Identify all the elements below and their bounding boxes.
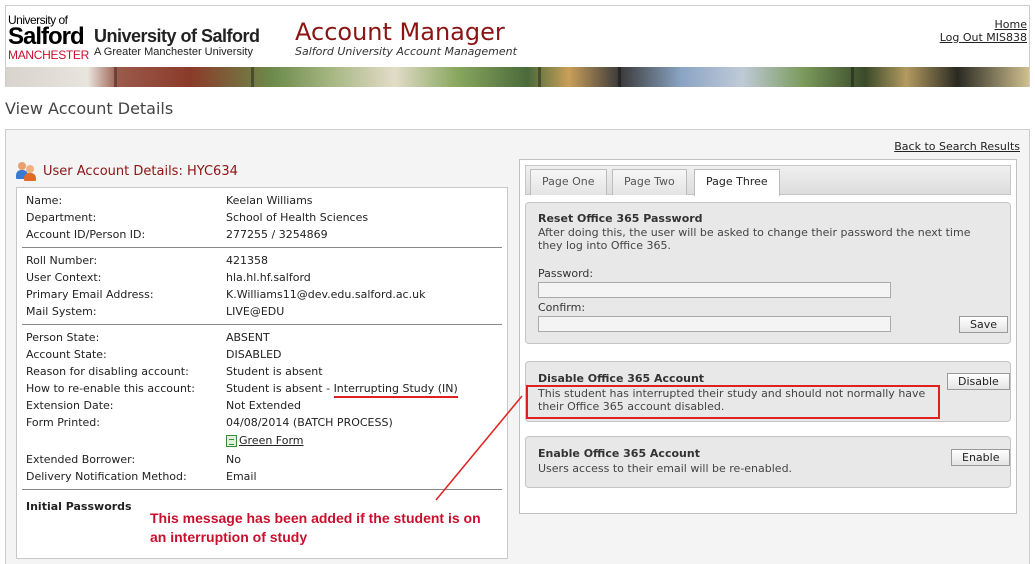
users-icon [16,161,38,181]
home-link[interactable]: Home [940,18,1027,31]
detail-row: Account State: DISABLED [26,348,282,361]
reset-password-card: Reset Office 365 Password After doing th… [525,202,1011,344]
tab-page-three[interactable]: Page Three [694,169,780,196]
detail-row: Department: School of Health Sciences [26,211,369,224]
app-subtitle: Salford University Account Management [295,45,517,58]
green-form-link[interactable]: Green Form [226,431,304,451]
confirm-label: Confirm: [538,301,586,314]
detail-row: Reason for disabling account: Student is … [26,365,323,378]
identity-group: Name: Keelan Williams Department: School o… [22,188,502,248]
enable-account-card: Enable Office 365 Account Users access t… [525,436,1011,488]
university-name: University of Salford [94,26,260,46]
reset-password-title: Reset Office 365 Password [538,212,703,225]
disable-account-title: Disable Office 365 Account [538,372,705,385]
site-header: University of Salford MANCHESTER Univers… [5,5,1030,87]
tab-page-two[interactable]: Page Two [612,169,687,195]
logo-big-text: Salford [8,23,85,50]
back-to-search-link[interactable]: Back to Search Results [894,140,1020,153]
disable-button[interactable]: Disable [947,373,1010,390]
system-group: Roll Number: 421358 User Context: hla.hl.h… [22,248,502,325]
enable-account-desc: Users access to their email will be re-e… [538,462,793,475]
university-tagline: A Greater Manchester University [94,46,253,58]
header-banner-image [6,67,1029,87]
enable-button[interactable]: Enable [951,449,1011,466]
password-label: Password: [538,267,594,280]
confirm-input[interactable] [538,316,891,332]
detail-row: Primary Email Address: K.Williams11@dev.e… [26,288,426,301]
logo-city-text: MANCHESTER [8,48,90,62]
tab-bar: Page One Page Two Page Three [525,165,1011,196]
detail-row: Name: Keelan Williams [26,194,313,207]
office365-panel: Page One Page Two Page Three Reset Offic… [519,159,1017,514]
detail-row: Green Form [26,431,502,451]
university-wordmark: University of Salford A Greater Manchest… [94,26,260,59]
detail-row: Account ID/Person ID: 277255 / 3254869 [26,228,328,241]
user-account-heading: User Account Details: HYC634 [16,161,238,181]
account-details-panel: Name: Keelan Williams Department: School o… [16,187,508,559]
annotation-note: This message has been added if the stude… [150,510,481,545]
detail-row: User Context: hla.hl.hf.salford [26,271,311,284]
detail-row: Mail System: LIVE@EDU [26,305,285,318]
detail-row: Person State: ABSENT [26,331,270,344]
logout-link[interactable]: Log Out MIS838 [940,31,1027,44]
message-highlight-box [526,385,940,419]
tab-page-one[interactable]: Page One [530,169,607,195]
app-title: Account Manager [295,18,505,46]
password-input[interactable] [538,282,891,298]
detail-row: Roll Number: 421358 [26,254,268,267]
main-panel: Back to Search Results User Account Deta… [5,129,1030,564]
detail-row: How to re-enable this account: Student is… [26,380,502,398]
page-title: View Account Details [5,99,174,118]
save-button[interactable]: Save [959,316,1009,333]
detail-row: Extension Date: Not Extended [26,399,302,412]
detail-row: Delivery Notification Method: Email [26,470,257,483]
interrupting-study-highlight: Interrupting Study (IN) [333,382,458,398]
reset-password-desc: After doing this, the user will be asked… [538,226,971,252]
user-account-title: User Account Details: HYC634 [43,163,238,179]
form-icon [226,435,237,447]
detail-row: Extended Borrower: No [26,453,241,466]
university-logo: University of Salford MANCHESTER [8,14,90,68]
top-links: Home Log Out MIS838 [940,18,1027,44]
state-group: Person State: ABSENT Account State: DISABL… [22,325,502,490]
enable-account-title: Enable Office 365 Account [538,447,700,460]
detail-row: Form Printed: 04/08/2014 (BATCH PROCESS) [26,416,393,429]
